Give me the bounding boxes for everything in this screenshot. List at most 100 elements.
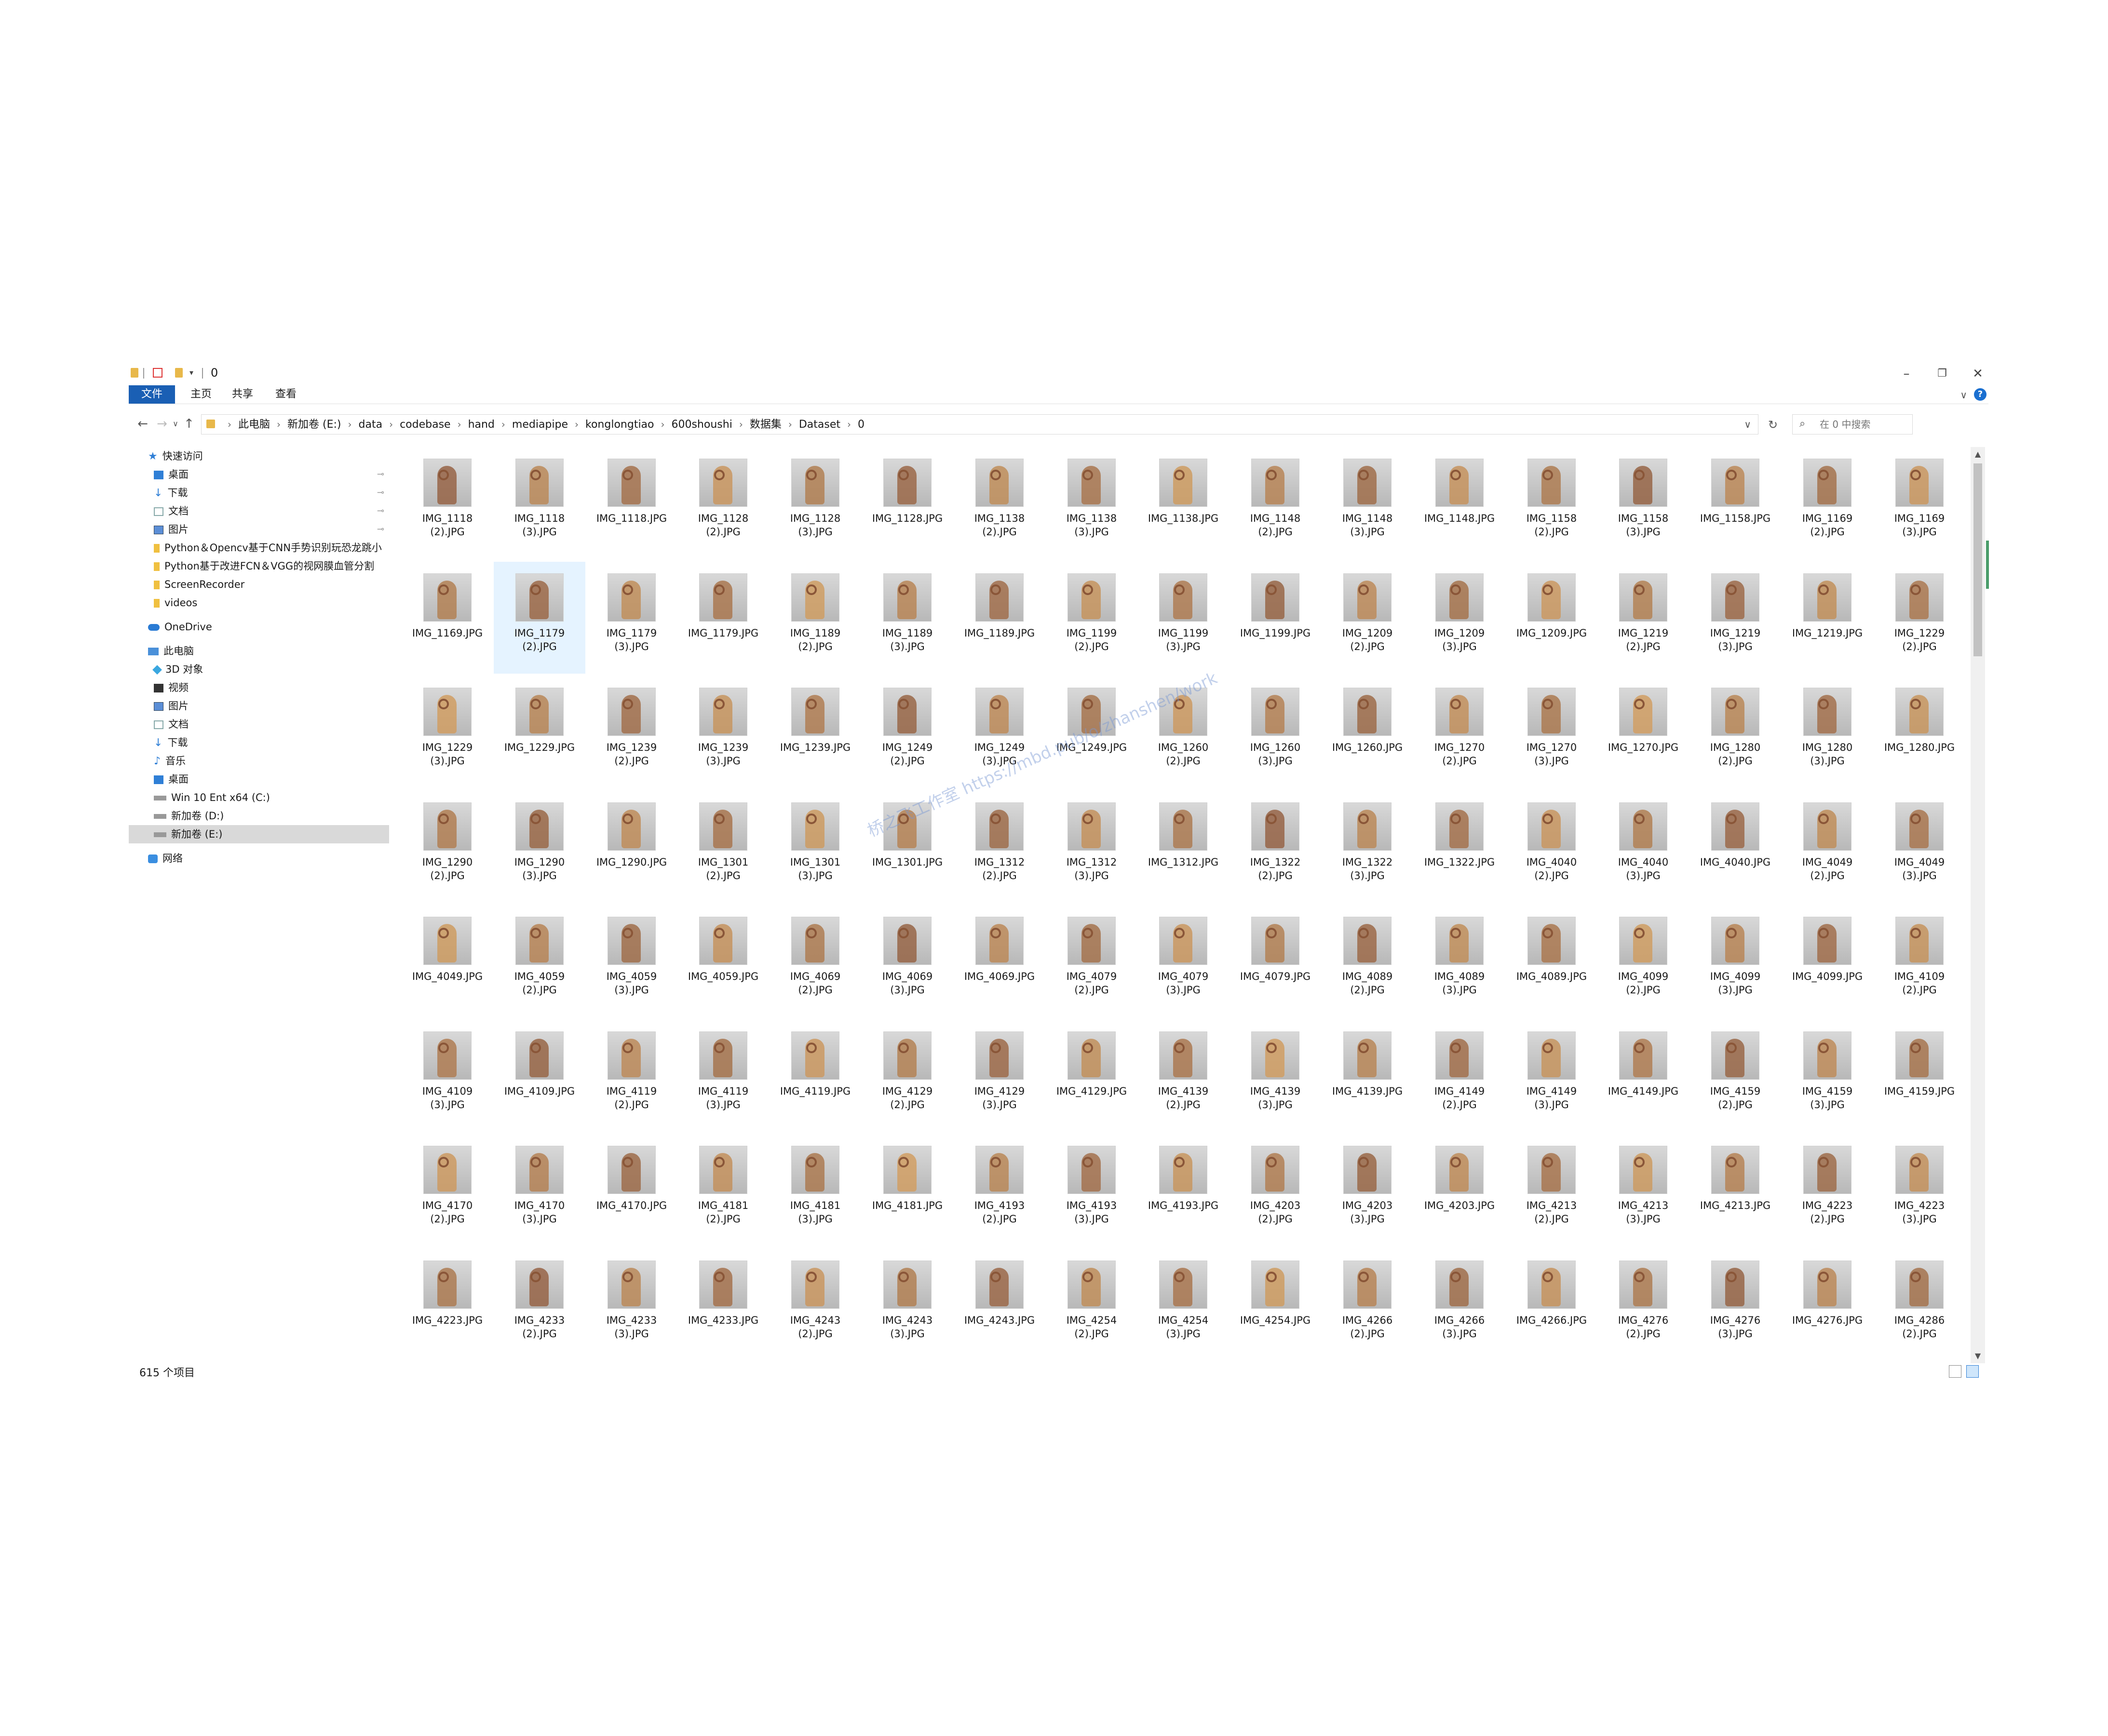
file-tile[interactable]: IMG_1229.JPG bbox=[494, 676, 585, 788]
breadcrumb-item[interactable]: 600shoushi bbox=[672, 415, 732, 434]
file-tile[interactable]: IMG_4139.JPG bbox=[1322, 1020, 1413, 1132]
file-tile[interactable]: IMG_4233 (2).JPG bbox=[494, 1249, 585, 1361]
file-tile[interactable]: IMG_1322 (2).JPG bbox=[1230, 791, 1321, 903]
breadcrumb-separator[interactable]: › bbox=[389, 415, 393, 434]
file-tile[interactable]: IMG_1158 (2).JPG bbox=[1506, 447, 1597, 559]
sidebar-item[interactable]: ★ 快速访问 bbox=[129, 447, 389, 465]
file-tile[interactable]: IMG_1199 (3).JPG bbox=[1137, 562, 1229, 674]
file-tile[interactable]: IMG_4049.JPG bbox=[402, 905, 493, 1017]
file-tile[interactable]: IMG_4203 (2).JPG bbox=[1230, 1134, 1321, 1246]
file-tile[interactable]: IMG_4213.JPG bbox=[1689, 1134, 1781, 1246]
file-tile[interactable]: IMG_4266.JPG bbox=[1506, 1249, 1597, 1361]
breadcrumb-item[interactable]: 新加卷 (E:) bbox=[287, 415, 341, 434]
file-tile[interactable]: IMG_1118.JPG bbox=[586, 447, 677, 559]
file-tile[interactable]: IMG_4119 (2).JPG bbox=[586, 1020, 677, 1132]
file-tile[interactable]: IMG_1138.JPG bbox=[1137, 447, 1229, 559]
file-tile[interactable]: IMG_4254.JPG bbox=[1230, 1249, 1321, 1361]
file-tile[interactable]: IMG_1158.JPG bbox=[1689, 447, 1781, 559]
properties-icon[interactable] bbox=[153, 368, 162, 378]
file-tile[interactable]: IMG_4109 (3).JPG bbox=[402, 1020, 493, 1132]
vertical-scrollbar[interactable]: ▲ ▼ bbox=[1971, 447, 1985, 1363]
file-tile[interactable]: IMG_1312.JPG bbox=[1137, 791, 1229, 903]
file-tile[interactable]: IMG_4149 (2).JPG bbox=[1414, 1020, 1505, 1132]
sidebar-item[interactable]: 桌面 bbox=[129, 770, 389, 788]
file-tile[interactable]: IMG_4099.JPG bbox=[1782, 905, 1873, 1017]
file-tile[interactable]: IMG_4181.JPG bbox=[862, 1134, 953, 1246]
file-tile[interactable]: IMG_1280 (2).JPG bbox=[1689, 676, 1781, 788]
file-tile[interactable]: IMG_4079 (3).JPG bbox=[1137, 905, 1229, 1017]
file-tile[interactable]: IMG_1209 (3).JPG bbox=[1414, 562, 1505, 674]
file-tile[interactable]: IMG_4099 (2).JPG bbox=[1597, 905, 1689, 1017]
file-tile[interactable]: IMG_4266 (2).JPG bbox=[1322, 1249, 1413, 1361]
file-tile[interactable]: IMG_4170.JPG bbox=[586, 1134, 677, 1246]
file-tile[interactable]: IMG_1138 (2).JPG bbox=[954, 447, 1045, 559]
file-tile[interactable]: IMG_1148 (3).JPG bbox=[1322, 447, 1413, 559]
search-input[interactable]: ⌕ 在 0 中搜索 bbox=[1792, 414, 1913, 434]
sidebar-item[interactable]: ↓ 下载 ⊸ bbox=[129, 484, 389, 502]
file-tile[interactable]: IMG_4089.JPG bbox=[1506, 905, 1597, 1017]
file-tile[interactable]: IMG_4079.JPG bbox=[1230, 905, 1321, 1017]
file-tile[interactable]: IMG_4193 (2).JPG bbox=[954, 1134, 1045, 1246]
file-tile[interactable]: IMG_1239 (2).JPG bbox=[586, 676, 677, 788]
sidebar-item[interactable]: OneDrive bbox=[129, 618, 389, 636]
breadcrumb-separator[interactable]: › bbox=[277, 415, 281, 434]
file-tile[interactable]: IMG_4213 (3).JPG bbox=[1597, 1134, 1689, 1246]
file-tile[interactable]: IMG_4099 (3).JPG bbox=[1689, 905, 1781, 1017]
file-tile[interactable]: IMG_4233 (3).JPG bbox=[586, 1249, 677, 1361]
file-tile[interactable]: IMG_4276.JPG bbox=[1782, 1249, 1873, 1361]
sidebar-item[interactable]: 图片 bbox=[129, 697, 389, 715]
file-tile[interactable]: IMG_4129.JPG bbox=[1046, 1020, 1137, 1132]
sidebar-item[interactable]: Python＆Opencv基于CNN手势识别玩恐龙跳小 bbox=[129, 539, 389, 557]
sidebar-item[interactable]: ♪ 音乐 bbox=[129, 752, 389, 770]
file-tile[interactable]: IMG_4059 (2).JPG bbox=[494, 905, 585, 1017]
file-tile[interactable]: IMG_4170 (2).JPG bbox=[402, 1134, 493, 1246]
breadcrumb-separator[interactable]: › bbox=[228, 415, 231, 434]
breadcrumb-item[interactable]: data bbox=[359, 415, 383, 434]
file-tile[interactable]: IMG_4276 (3).JPG bbox=[1689, 1249, 1781, 1361]
file-tile[interactable]: IMG_1260.JPG bbox=[1322, 676, 1413, 788]
breadcrumb-separator[interactable]: › bbox=[458, 415, 461, 434]
file-tile[interactable]: IMG_4159 (3).JPG bbox=[1782, 1020, 1873, 1132]
file-tile[interactable]: IMG_4069 (3).JPG bbox=[862, 905, 953, 1017]
file-tile[interactable]: IMG_4149 (3).JPG bbox=[1506, 1020, 1597, 1132]
sidebar-item[interactable]: 文档 bbox=[129, 715, 389, 733]
refresh-button[interactable]: ↻ bbox=[1763, 415, 1783, 434]
file-tile[interactable]: IMG_1322 (3).JPG bbox=[1322, 791, 1413, 903]
file-tile[interactable]: IMG_1179 (2).JPG bbox=[494, 562, 585, 674]
scrollbar-thumb[interactable] bbox=[1973, 463, 1982, 656]
sidebar-item[interactable]: 网络 bbox=[129, 849, 389, 868]
file-tile[interactable]: IMG_1239 (3).JPG bbox=[677, 676, 769, 788]
file-tile[interactable]: IMG_4223 (2).JPG bbox=[1782, 1134, 1873, 1246]
breadcrumb-item[interactable]: 此电脑 bbox=[238, 415, 270, 434]
file-tile[interactable]: IMG_4139 (2).JPG bbox=[1137, 1020, 1229, 1132]
file-tile[interactable]: IMG_1209 (2).JPG bbox=[1322, 562, 1413, 674]
file-tile[interactable]: IMG_4254 (2).JPG bbox=[1046, 1249, 1137, 1361]
breadcrumb-separator[interactable]: › bbox=[501, 415, 505, 434]
up-button[interactable]: ↑ bbox=[182, 415, 196, 433]
forward-button[interactable]: → bbox=[155, 415, 169, 433]
sidebar-item[interactable]: 图片 ⊸ bbox=[129, 520, 389, 539]
file-tile[interactable]: IMG_1270 (2).JPG bbox=[1414, 676, 1505, 788]
new-folder-icon[interactable] bbox=[175, 368, 183, 378]
file-tile[interactable]: IMG_1128 (2).JPG bbox=[677, 447, 769, 559]
sidebar-item[interactable]: videos bbox=[129, 594, 389, 612]
file-tile[interactable]: IMG_1229 (3).JPG bbox=[402, 676, 493, 788]
sidebar-item[interactable]: 新加卷 (D:) bbox=[129, 807, 389, 825]
file-tile[interactable]: IMG_4159 (2).JPG bbox=[1689, 1020, 1781, 1132]
file-tile[interactable]: IMG_4193 (3).JPG bbox=[1046, 1134, 1137, 1246]
sidebar-item[interactable]: 新加卷 (E:) bbox=[129, 825, 389, 843]
file-tile[interactable]: IMG_1179.JPG bbox=[677, 562, 769, 674]
file-tile[interactable]: IMG_1169 (3).JPG bbox=[1874, 447, 1965, 559]
file-tile[interactable]: IMG_4159.JPG bbox=[1874, 1020, 1965, 1132]
breadcrumb-separator[interactable]: › bbox=[348, 415, 352, 434]
breadcrumb-item[interactable]: codebase bbox=[400, 415, 451, 434]
minimize-button[interactable]: – bbox=[1897, 365, 1916, 382]
file-tile[interactable]: IMG_1280 (3).JPG bbox=[1782, 676, 1873, 788]
tab-share[interactable]: 共享 bbox=[223, 385, 262, 404]
file-tile[interactable]: IMG_4040 (2).JPG bbox=[1506, 791, 1597, 903]
file-tile[interactable]: IMG_4059 (3).JPG bbox=[586, 905, 677, 1017]
file-tile[interactable]: IMG_1270 (3).JPG bbox=[1506, 676, 1597, 788]
file-tile[interactable]: IMG_1301 (3).JPG bbox=[770, 791, 861, 903]
file-tile[interactable]: IMG_4040.JPG bbox=[1689, 791, 1781, 903]
file-tile[interactable]: IMG_1219.JPG bbox=[1782, 562, 1873, 674]
